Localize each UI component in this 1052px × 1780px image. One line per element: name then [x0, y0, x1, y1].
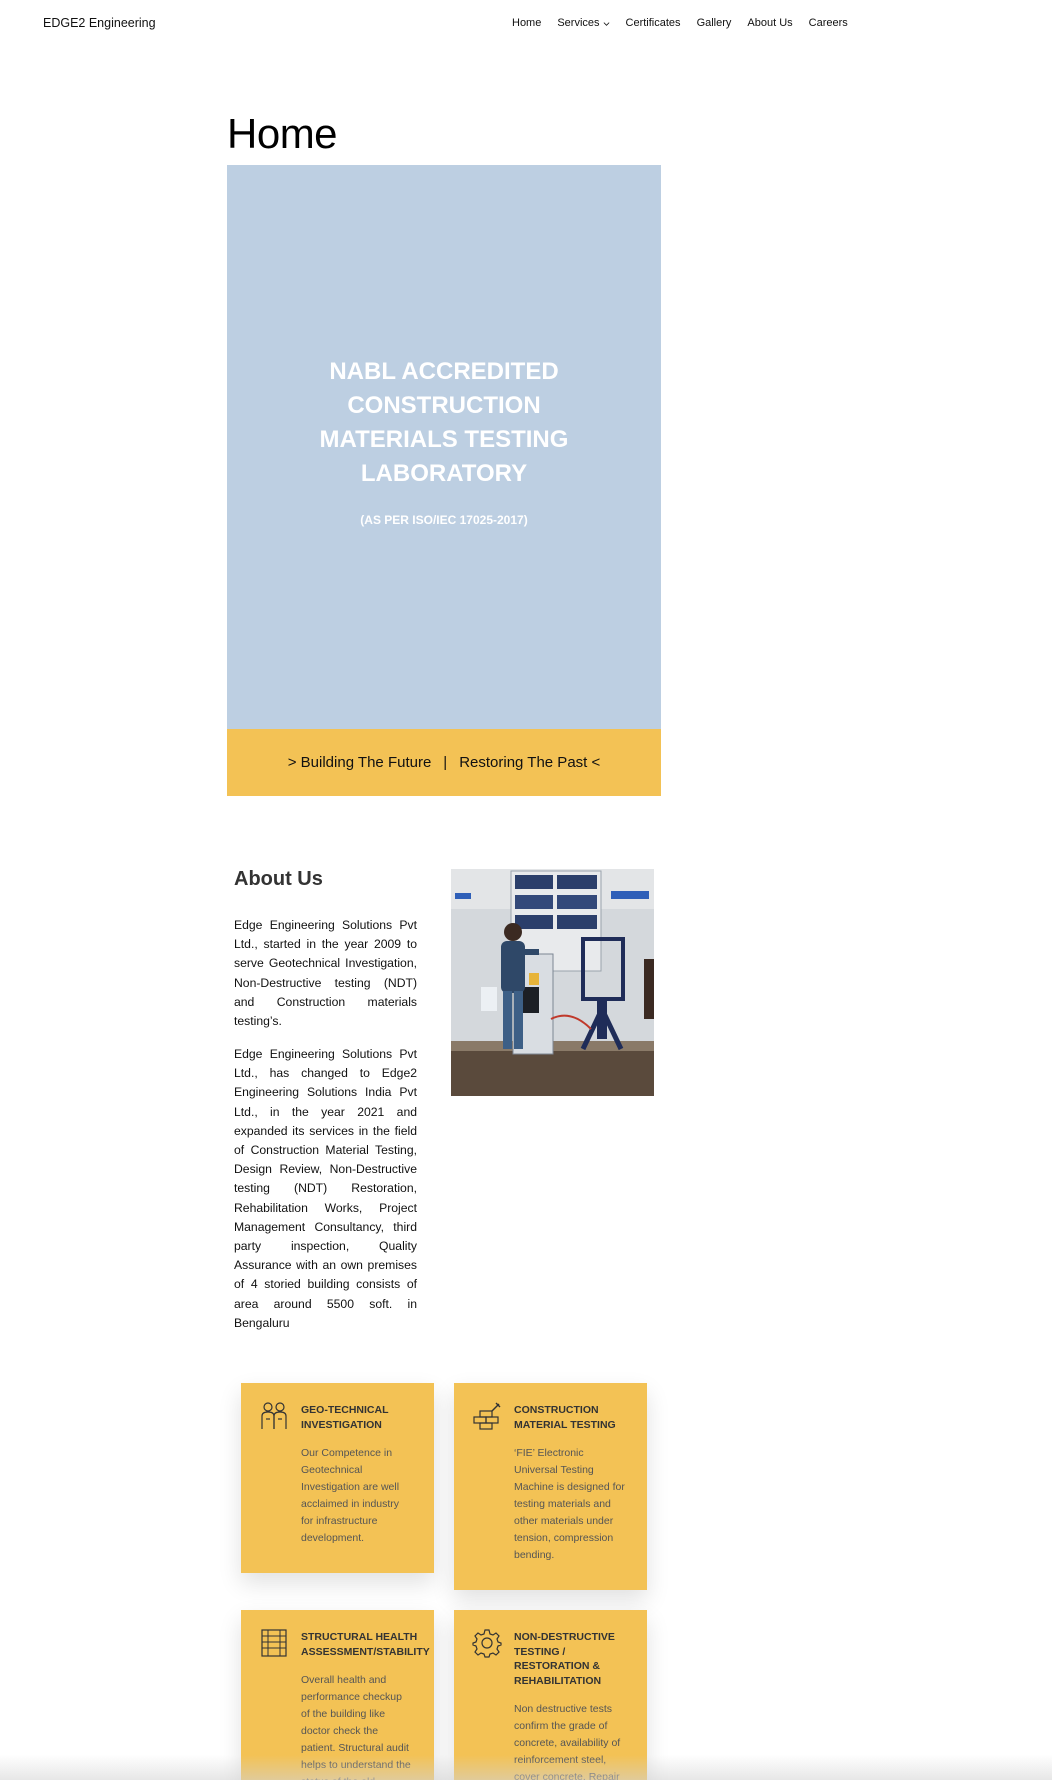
- lab-photo: [451, 869, 654, 1096]
- tagline-bar: > Building The Future | Restoring The Pa…: [227, 729, 661, 796]
- site-header: EDGE2 Engineering Home Services Certific…: [0, 0, 1052, 50]
- service-card-geotechnical[interactable]: GEO-TECHNICAL INVESTIGATION Our Competen…: [241, 1383, 434, 1573]
- bottom-fade: [0, 1755, 1052, 1780]
- nav-about-label[interactable]: About Us: [747, 17, 792, 29]
- card-title: GEO-TECHNICAL INVESTIGATION: [301, 1404, 389, 1431]
- main-nav: Home Services Certificates Gallery About…: [512, 17, 864, 29]
- about-paragraph-2: Edge Engineering Solutions Pvt Ltd., has…: [234, 1047, 417, 1330]
- card-text: ‘FIE’ Electronic Universal Testing Machi…: [514, 1447, 625, 1561]
- nav-certificates-label[interactable]: Certificates: [626, 17, 681, 29]
- nav-about[interactable]: About Us: [747, 17, 792, 29]
- nav-gallery[interactable]: Gallery: [697, 17, 732, 29]
- page-title: Home: [227, 110, 338, 157]
- site-title[interactable]: EDGE2 Engineering: [43, 16, 156, 30]
- card-text: Our Competence in Geotechnical Investiga…: [301, 1447, 400, 1544]
- about-paragraph-1: Edge Engineering Solutions Pvt Ltd., sta…: [234, 918, 417, 1029]
- nav-home[interactable]: Home: [512, 17, 541, 29]
- nav-services[interactable]: Services: [557, 17, 609, 29]
- tagline-right: Restoring The Past <: [459, 754, 601, 771]
- nav-careers-label[interactable]: Careers: [809, 17, 848, 29]
- bricks-trowel-icon: [473, 1402, 501, 1430]
- nav-home-label[interactable]: Home: [512, 17, 541, 29]
- building-icon: [261, 1629, 287, 1657]
- chevron-down-icon[interactable]: [603, 20, 610, 27]
- service-card-material-testing[interactable]: CONSTRUCTION MATERIAL TESTING ‘FIE’ Elec…: [454, 1383, 647, 1590]
- workers-icon: [261, 1402, 287, 1429]
- card-title: NON-DESTRUCTIVE TESTING / RESTORATION & …: [514, 1631, 615, 1687]
- lab-photo-illustration: [451, 869, 654, 1096]
- tagline-separator: |: [443, 754, 448, 771]
- nav-services-label[interactable]: Services: [557, 17, 599, 29]
- hero-banner: NABL ACCREDITED CONSTRUCTION MATERIALS T…: [227, 165, 661, 729]
- card-title: CONSTRUCTION MATERIAL TESTING: [514, 1404, 616, 1431]
- about-heading: About Us: [234, 868, 323, 890]
- hero-subheading: (AS PER ISO/IEC 17025-2017): [360, 513, 528, 527]
- nav-careers[interactable]: Careers: [809, 17, 848, 29]
- hero-heading: NABL ACCREDITED CONSTRUCTION MATERIALS T…: [319, 358, 569, 487]
- tagline-left: > Building The Future: [287, 754, 432, 771]
- nav-certificates[interactable]: Certificates: [626, 17, 681, 29]
- card-title: STRUCTURAL HEALTH ASSESSMENT/STABILITY: [301, 1631, 430, 1658]
- gear-icon: [472, 1629, 502, 1658]
- nav-gallery-label[interactable]: Gallery: [697, 17, 732, 29]
